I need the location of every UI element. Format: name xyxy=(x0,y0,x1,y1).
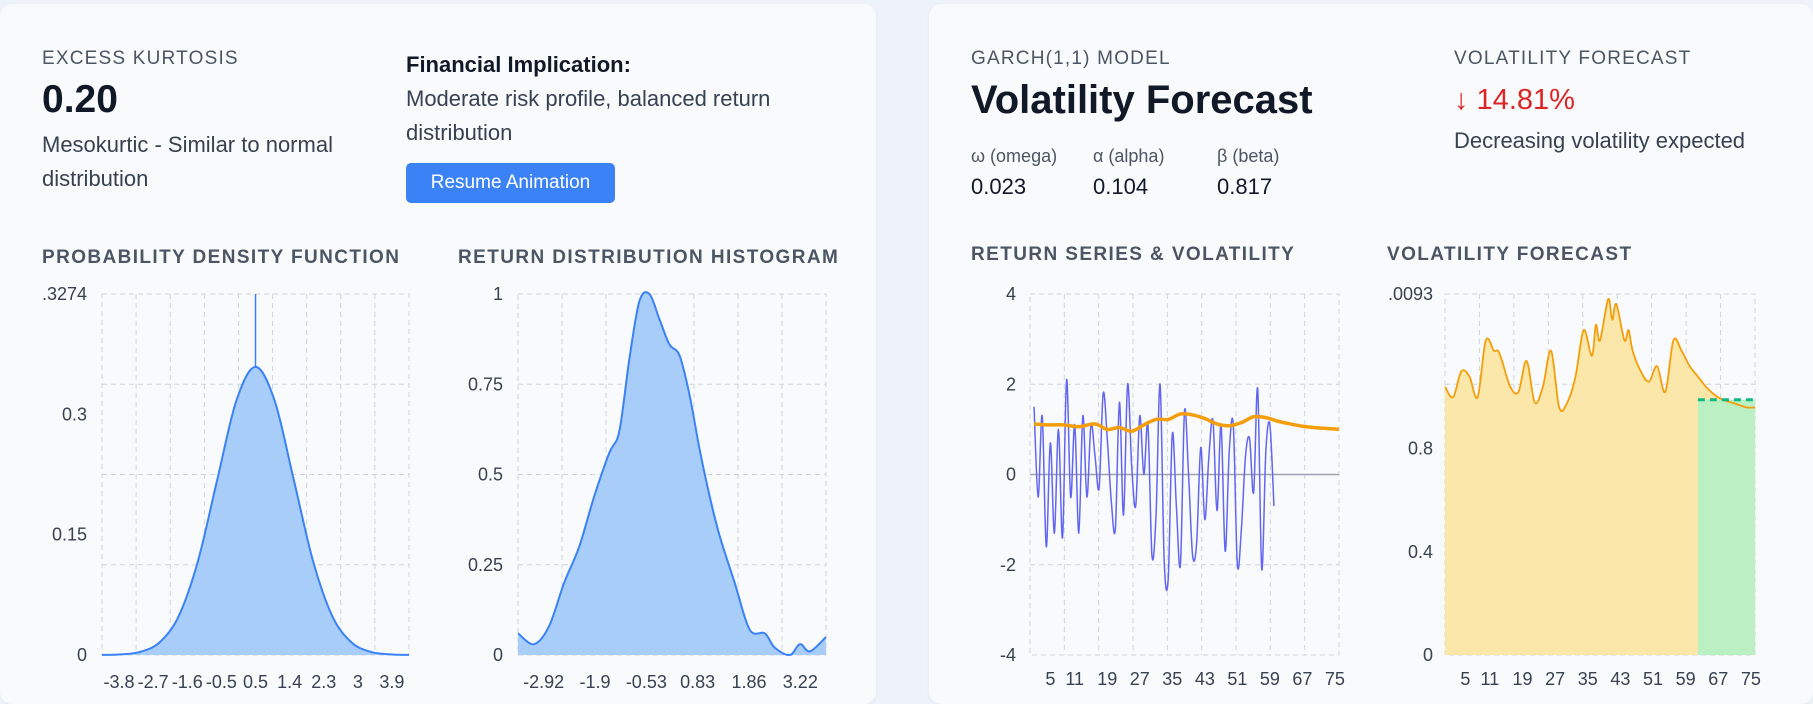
x-tick-label: 0.83 xyxy=(680,672,715,692)
x-tick-label: 27 xyxy=(1545,669,1565,689)
x-tick-label: -1.9 xyxy=(579,672,610,692)
x-tick-label: 1.86 xyxy=(731,672,766,692)
x-tick-label: 75 xyxy=(1741,669,1761,689)
x-tick-label: 59 xyxy=(1676,669,1696,689)
y-tick-label: 1 xyxy=(493,284,503,304)
y-tick-label: 0.8 xyxy=(1408,439,1433,459)
y-tick-label: 0 xyxy=(1423,645,1433,665)
garch-card: GARCH(1,1) MODEL Volatility Forecast ω (… xyxy=(929,4,1813,704)
x-tick-label: 67 xyxy=(1708,669,1728,689)
histogram-chart: -2.92 -1.9 -0.53 0.83 1.86 3.22 0 0.25 0.5 0.75 1 xyxy=(468,284,827,692)
y-tick-label: 0.25 xyxy=(468,555,503,575)
kurtosis-card: EXCESS KURTOSIS 0.20 Mesokurtic - Simila… xyxy=(0,4,876,704)
x-tick-label: 35 xyxy=(1578,669,1598,689)
y-tick-label: 0.4 xyxy=(1408,542,1433,562)
y-tick-label: 0.5 xyxy=(478,465,503,485)
forecast-area xyxy=(1697,399,1755,655)
x-tick-label: -2.92 xyxy=(523,672,564,692)
x-tick-label: 51 xyxy=(1643,669,1663,689)
x-tick-label: 43 xyxy=(1610,669,1630,689)
y-tick-label: 0.75 xyxy=(468,374,503,394)
y-tick-label: .0093 xyxy=(1388,284,1433,304)
y-tick-label: 0 xyxy=(493,645,503,665)
x-tick-label: 11 xyxy=(1481,669,1500,689)
x-tick-label: 5 xyxy=(1460,669,1470,689)
volatility-forecast-chart: 5 11 19 27 35 43 51 59 67 75 0 0.4 0.8 .0093 xyxy=(1388,284,1761,689)
x-tick-label: 19 xyxy=(1512,669,1532,689)
x-tick-label: -0.53 xyxy=(626,672,667,692)
x-tick-label: 3.22 xyxy=(783,672,818,692)
